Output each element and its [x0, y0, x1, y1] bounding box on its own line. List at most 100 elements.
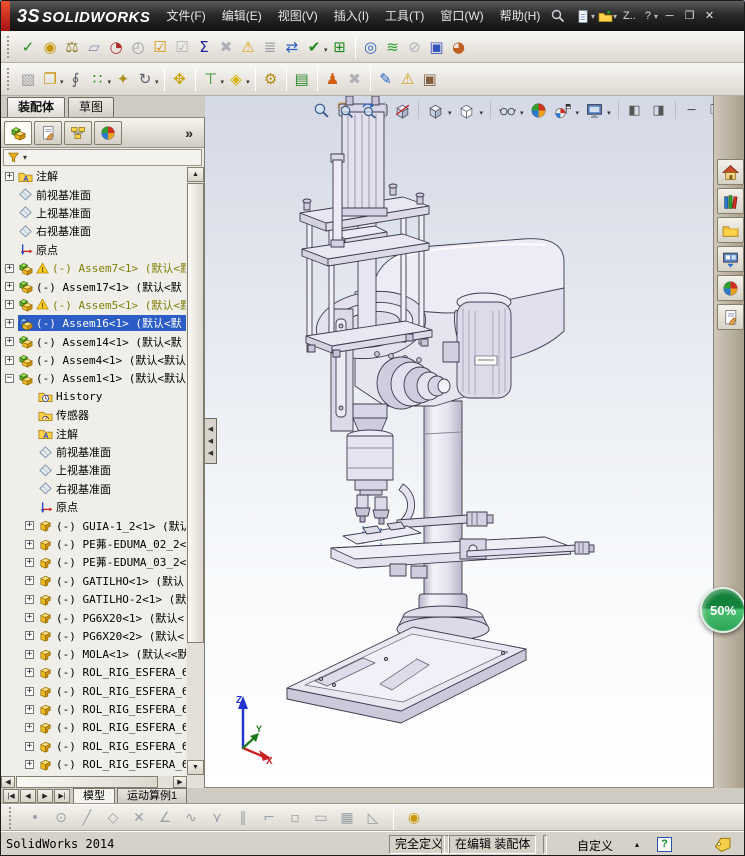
motion-nav-button-3[interactable]: ▶| [54, 789, 70, 803]
home-button[interactable] [716, 159, 744, 185]
expand-icon[interactable]: + [25, 705, 34, 715]
tab-模型[interactable]: 模型 [73, 788, 115, 803]
tree-item[interactable]: + (-) Assem14<1> (默认<默 [1, 333, 186, 351]
menubar-item[interactable]: 文件(F) [158, 1, 213, 31]
expand-icon[interactable]: + [5, 355, 14, 365]
tree-item-content[interactable]: (-) Assem17<1> (默认<默 [18, 279, 186, 295]
tree-item-content[interactable]: (-) MOLA<1> (默认<<默 [38, 646, 186, 662]
expand-icon[interactable]: + [5, 337, 14, 347]
view-settings-button[interactable] [584, 100, 604, 120]
dropdown-icon[interactable]: ▾ [60, 78, 64, 86]
view-palette-button[interactable] [716, 246, 744, 272]
tree-item-content[interactable]: (-) PE茀-EDUMA_02_2< [38, 536, 186, 552]
measure-button[interactable]: ◉ [39, 36, 61, 58]
dropdown-icon[interactable]: ▾ [246, 78, 250, 86]
expand-icon[interactable]: + [5, 300, 14, 310]
tree-item[interactable]: + (-) GATILHO<1> (默认 [1, 572, 186, 590]
close-button[interactable]: ✕ [701, 8, 718, 24]
dropdown-icon[interactable]: ▾ [221, 78, 225, 86]
tree-item[interactable]: + (-) ROL_RIG_ESFERA_6: [1, 719, 186, 737]
tree-item[interactable]: 上视基准面 [1, 204, 186, 222]
expand-icon[interactable]: + [5, 171, 14, 181]
centerpoint-rectangle-button[interactable]: ▫ [285, 810, 305, 826]
motion-nav-button-2[interactable]: ▶ [37, 789, 53, 803]
featuremanager-design-tree-tab[interactable] [4, 120, 32, 145]
tree-item[interactable]: + (-) Assem4<1> (默认<默认 [1, 351, 186, 369]
design-library-button[interactable] [716, 188, 744, 214]
motion-nav-button-0[interactable]: |◀ [3, 789, 19, 803]
verification-button[interactable]: ✔ [303, 36, 325, 58]
tree-item[interactable]: + (-) PE茀-EDUMA_03_2< [1, 553, 186, 571]
design-checker-button[interactable]: ☑ [149, 36, 171, 58]
pin-clock-button[interactable]: ◴ [127, 36, 149, 58]
tree-item-content[interactable]: (-) ROL_RIG_ESFERA_6: [38, 738, 186, 754]
panel-expand-chevron[interactable]: » [185, 125, 193, 141]
tree-item-content[interactable]: (-) PG6X20<2> (默认< [38, 628, 186, 644]
tree-item[interactable]: + (-) Assem16<1> (默认<默 [1, 314, 186, 332]
expand-icon[interactable]: + [25, 686, 34, 696]
external-references-button[interactable]: ✖ [344, 68, 366, 90]
expand-icon[interactable]: + [25, 649, 34, 659]
pane-split-button[interactable]: ◨ [649, 100, 669, 120]
tree-item-content[interactable]: 上视基准面 [18, 205, 186, 221]
tree-item[interactable]: 前视基准面 [1, 185, 186, 203]
open-component-button[interactable]: ❐ [39, 68, 61, 90]
rotate-component-button[interactable]: ↻ [134, 68, 156, 90]
menubar-item[interactable]: 窗口(W) [432, 1, 491, 31]
tree-item[interactable]: + ! (-) Assem5<1> (默认<默 [1, 296, 186, 314]
tree-item-content[interactable]: (-) GATILHO-2<1> (默 [38, 591, 186, 607]
polygon-button[interactable]: ◇ [103, 810, 123, 826]
tree-item-content[interactable]: ! (-) Assem5<1> (默认<默 [18, 297, 186, 313]
dropdown-icon[interactable]: ▾ [654, 12, 658, 21]
import-diagnostics-button[interactable]: ✖ [215, 36, 237, 58]
minimize-button[interactable]: ─ [661, 8, 678, 24]
toolbar-grip[interactable] [7, 35, 12, 58]
tree-item-content[interactable]: ! (-) Assem7<1> (默认<默 [18, 260, 186, 276]
stretch-entities-button[interactable]: ▭ [311, 810, 331, 826]
performance-evaluation-button[interactable]: ◔ [105, 36, 127, 58]
tree-item-content[interactable]: 传感器 [38, 407, 186, 423]
expand-icon[interactable]: + [25, 594, 34, 604]
z-tool-button[interactable]: Z.. [620, 10, 639, 22]
equations-button[interactable]: Σ [193, 36, 215, 58]
measure-button[interactable]: ◉ [404, 810, 424, 826]
expand-icon[interactable]: + [25, 557, 34, 567]
compare-button[interactable]: ▣ [426, 36, 448, 58]
expand-icon[interactable]: + [25, 613, 34, 623]
dropdown-icon[interactable]: ▾ [108, 78, 112, 86]
trim-entities-button[interactable]: ✕ [129, 810, 149, 826]
offset-entities-button[interactable]: ∥ [233, 810, 253, 826]
recorder-progress-badge[interactable]: 50% [700, 587, 744, 633]
custom-properties-button[interactable] [716, 304, 744, 330]
assemblyxpert-button[interactable]: ⚠ [397, 68, 419, 90]
tree-item-content[interactable]: 右视基准面 [38, 481, 186, 497]
drill-press-model[interactable]: Z X Y [205, 96, 713, 788]
tab-草图[interactable]: 草图 [68, 97, 115, 117]
doc-minimize-button[interactable]: ─ [682, 100, 702, 120]
tree-item[interactable]: − (-) Assem1<1> (默认<默认 [1, 369, 186, 387]
mirror-entities-button[interactable]: ⋎ [207, 810, 227, 826]
search-icon[interactable] [550, 8, 566, 24]
dropdown-icon[interactable]: ▾ [520, 109, 524, 117]
mass-properties-button[interactable]: ⚖ [61, 36, 83, 58]
hide-show-items-button[interactable] [497, 100, 517, 120]
dropdown-icon[interactable]: ▾ [324, 46, 328, 54]
dropdown-icon[interactable]: ▾ [613, 12, 617, 21]
tree-item[interactable]: + (-) ROL_RIG_ESFERA_6: [1, 700, 186, 718]
new-document-button[interactable]: ▾ [576, 9, 595, 24]
component-preview-window-button[interactable]: ▤ [291, 68, 313, 90]
expand-icon[interactable]: + [5, 282, 14, 292]
dropdown-icon[interactable]: ▾ [155, 78, 159, 86]
edit-appearance-button[interactable] [529, 100, 549, 120]
filter-dropdown-icon[interactable]: ▾ [23, 153, 27, 162]
tree-item-content[interactable]: 上视基准面 [38, 462, 186, 478]
tree-filter-bar[interactable]: ▾ [3, 149, 202, 166]
tree-item[interactable]: + (-) PG6X20<1> (默认< [1, 608, 186, 626]
expand-icon[interactable]: + [25, 668, 34, 678]
displaymanager-tab[interactable] [94, 120, 122, 145]
menubar-item[interactable]: 插入(I) [326, 1, 377, 31]
compare-documents-button[interactable]: ⇄ [281, 36, 303, 58]
dropdown-icon[interactable]: ▾ [576, 109, 580, 117]
menubar-item[interactable]: 工具(T) [377, 1, 432, 31]
tab-装配体[interactable]: 装配体 [7, 97, 66, 117]
